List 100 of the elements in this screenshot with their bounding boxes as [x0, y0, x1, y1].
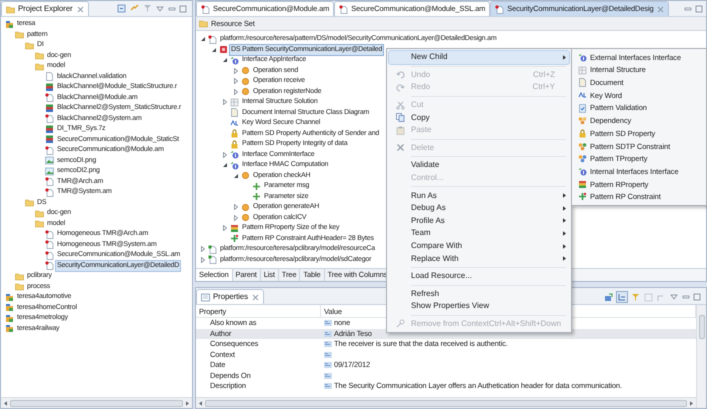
collapse-all-icon[interactable] [117, 4, 126, 13]
collapsed-arrow-icon[interactable] [233, 88, 239, 95]
property-icon [578, 180, 586, 189]
collapsed-arrow-icon[interactable] [233, 214, 239, 221]
remove-icon [396, 319, 404, 328]
menu-item[interactable]: Replace With [389, 252, 569, 265]
model-file-icon [45, 114, 54, 124]
submenu-arrow-icon [562, 230, 566, 236]
collapsed-arrow-icon[interactable] [200, 256, 206, 263]
project-icon [5, 314, 14, 323]
menu-item[interactable]: Load Resource... [389, 270, 569, 282]
model-file-icon [339, 4, 348, 14]
scissors-icon [396, 100, 404, 110]
maximize-icon[interactable] [693, 293, 701, 301]
folder-icon [6, 4, 15, 14]
text-value-icon [324, 372, 332, 379]
text-value-icon [324, 383, 332, 390]
minimize-icon[interactable] [168, 4, 176, 12]
model-file-icon [208, 34, 217, 44]
collapsed-arrow-icon[interactable] [233, 68, 239, 74]
archive-icon [45, 124, 54, 134]
view-tab[interactable]: Project Explorer [1, 1, 89, 16]
minimize-icon[interactable] [682, 293, 690, 301]
submenu-arrow-icon [562, 218, 566, 224]
dependency-icon [578, 116, 586, 126]
view-menu-icon[interactable] [156, 4, 164, 12]
scroll-right-icon[interactable] [186, 400, 189, 406]
close-icon[interactable] [252, 294, 259, 300]
properties-icon [201, 292, 210, 302]
lock-icon [230, 140, 239, 149]
model-file-icon [45, 93, 54, 102]
view-menu-icon[interactable] [670, 293, 678, 301]
model-file-icon [45, 250, 54, 260]
close-icon[interactable] [657, 6, 664, 12]
menu-item[interactable]: New Child [389, 51, 569, 64]
redo-icon [396, 82, 404, 92]
expanded-arrow-icon[interactable] [211, 46, 217, 53]
maximize-icon[interactable] [695, 4, 703, 12]
interface-icon [230, 56, 239, 65]
menu-item[interactable]: Profile As [389, 214, 569, 228]
library-file-icon [208, 255, 217, 264]
collapsed-arrow-icon[interactable] [233, 78, 239, 84]
document-icon [578, 78, 586, 88]
expanded-arrow-icon[interactable] [222, 162, 228, 168]
collapsed-arrow-icon[interactable] [222, 152, 228, 158]
view-tab[interactable]: Properties [196, 289, 264, 304]
collapsed-arrow-icon[interactable] [222, 225, 228, 232]
folder-icon [199, 19, 208, 28]
structure-icon [230, 98, 239, 107]
text-value-icon [324, 320, 332, 326]
text-value-icon [324, 330, 332, 337]
scroll-left-icon[interactable] [4, 400, 7, 406]
scroll-right-icon[interactable] [690, 400, 693, 406]
menu-item[interactable]: Refresh [389, 288, 569, 300]
text-value-icon [324, 352, 332, 358]
menu-item[interactable]: Debug As [389, 202, 569, 215]
menu-item[interactable]: Team [389, 227, 569, 240]
expanded-arrow-icon[interactable] [222, 57, 228, 64]
text-value-icon [324, 362, 332, 368]
interface-icon [578, 167, 586, 176]
minimize-icon[interactable] [684, 4, 692, 12]
keyword-icon [578, 90, 586, 100]
model-file-icon [201, 4, 210, 14]
image-file-icon [45, 166, 54, 176]
submenu-arrow-icon [562, 256, 566, 262]
close-icon[interactable] [76, 6, 84, 12]
archive-icon [45, 104, 54, 113]
horizontal-scrollbar[interactable] [196, 397, 696, 408]
horizontal-scrollbar[interactable] [1, 397, 192, 408]
interface-icon [578, 52, 586, 62]
project-icon [5, 292, 14, 302]
document-icon [45, 72, 54, 82]
keyword-icon [230, 118, 239, 128]
clipboard-icon [396, 126, 404, 135]
menu-item[interactable]: Compare With [389, 240, 569, 252]
menu-item[interactable]: Show Properties View [389, 300, 569, 313]
menu-item[interactable]: Copy [389, 111, 569, 124]
collapsed-arrow-icon[interactable] [233, 204, 239, 210]
categories-icon[interactable] [617, 292, 627, 302]
submenu-arrow-icon [562, 54, 566, 60]
menu-item[interactable]: Run As [389, 189, 569, 202]
scroll-left-icon[interactable] [199, 400, 202, 406]
structure-icon [578, 66, 586, 75]
interface-icon [230, 160, 239, 170]
undo-icon [396, 70, 404, 80]
vertical-scrollbar[interactable] [696, 305, 706, 408]
parameter-icon [252, 192, 261, 202]
archive-icon [45, 135, 54, 144]
constraint-icon [578, 192, 586, 202]
submenu-arrow-icon [562, 193, 566, 198]
expanded-arrow-icon[interactable] [233, 172, 239, 179]
collapsed-arrow-icon[interactable] [200, 246, 206, 252]
model-file-icon [45, 146, 54, 155]
menu-item[interactable]: Validate [389, 159, 569, 172]
delete-icon [396, 143, 404, 152]
expanded-arrow-icon[interactable] [200, 36, 206, 42]
library-file-icon [208, 244, 217, 254]
collapsed-arrow-icon[interactable] [222, 99, 228, 106]
maximize-icon[interactable] [179, 4, 187, 12]
copy-icon [396, 113, 404, 122]
